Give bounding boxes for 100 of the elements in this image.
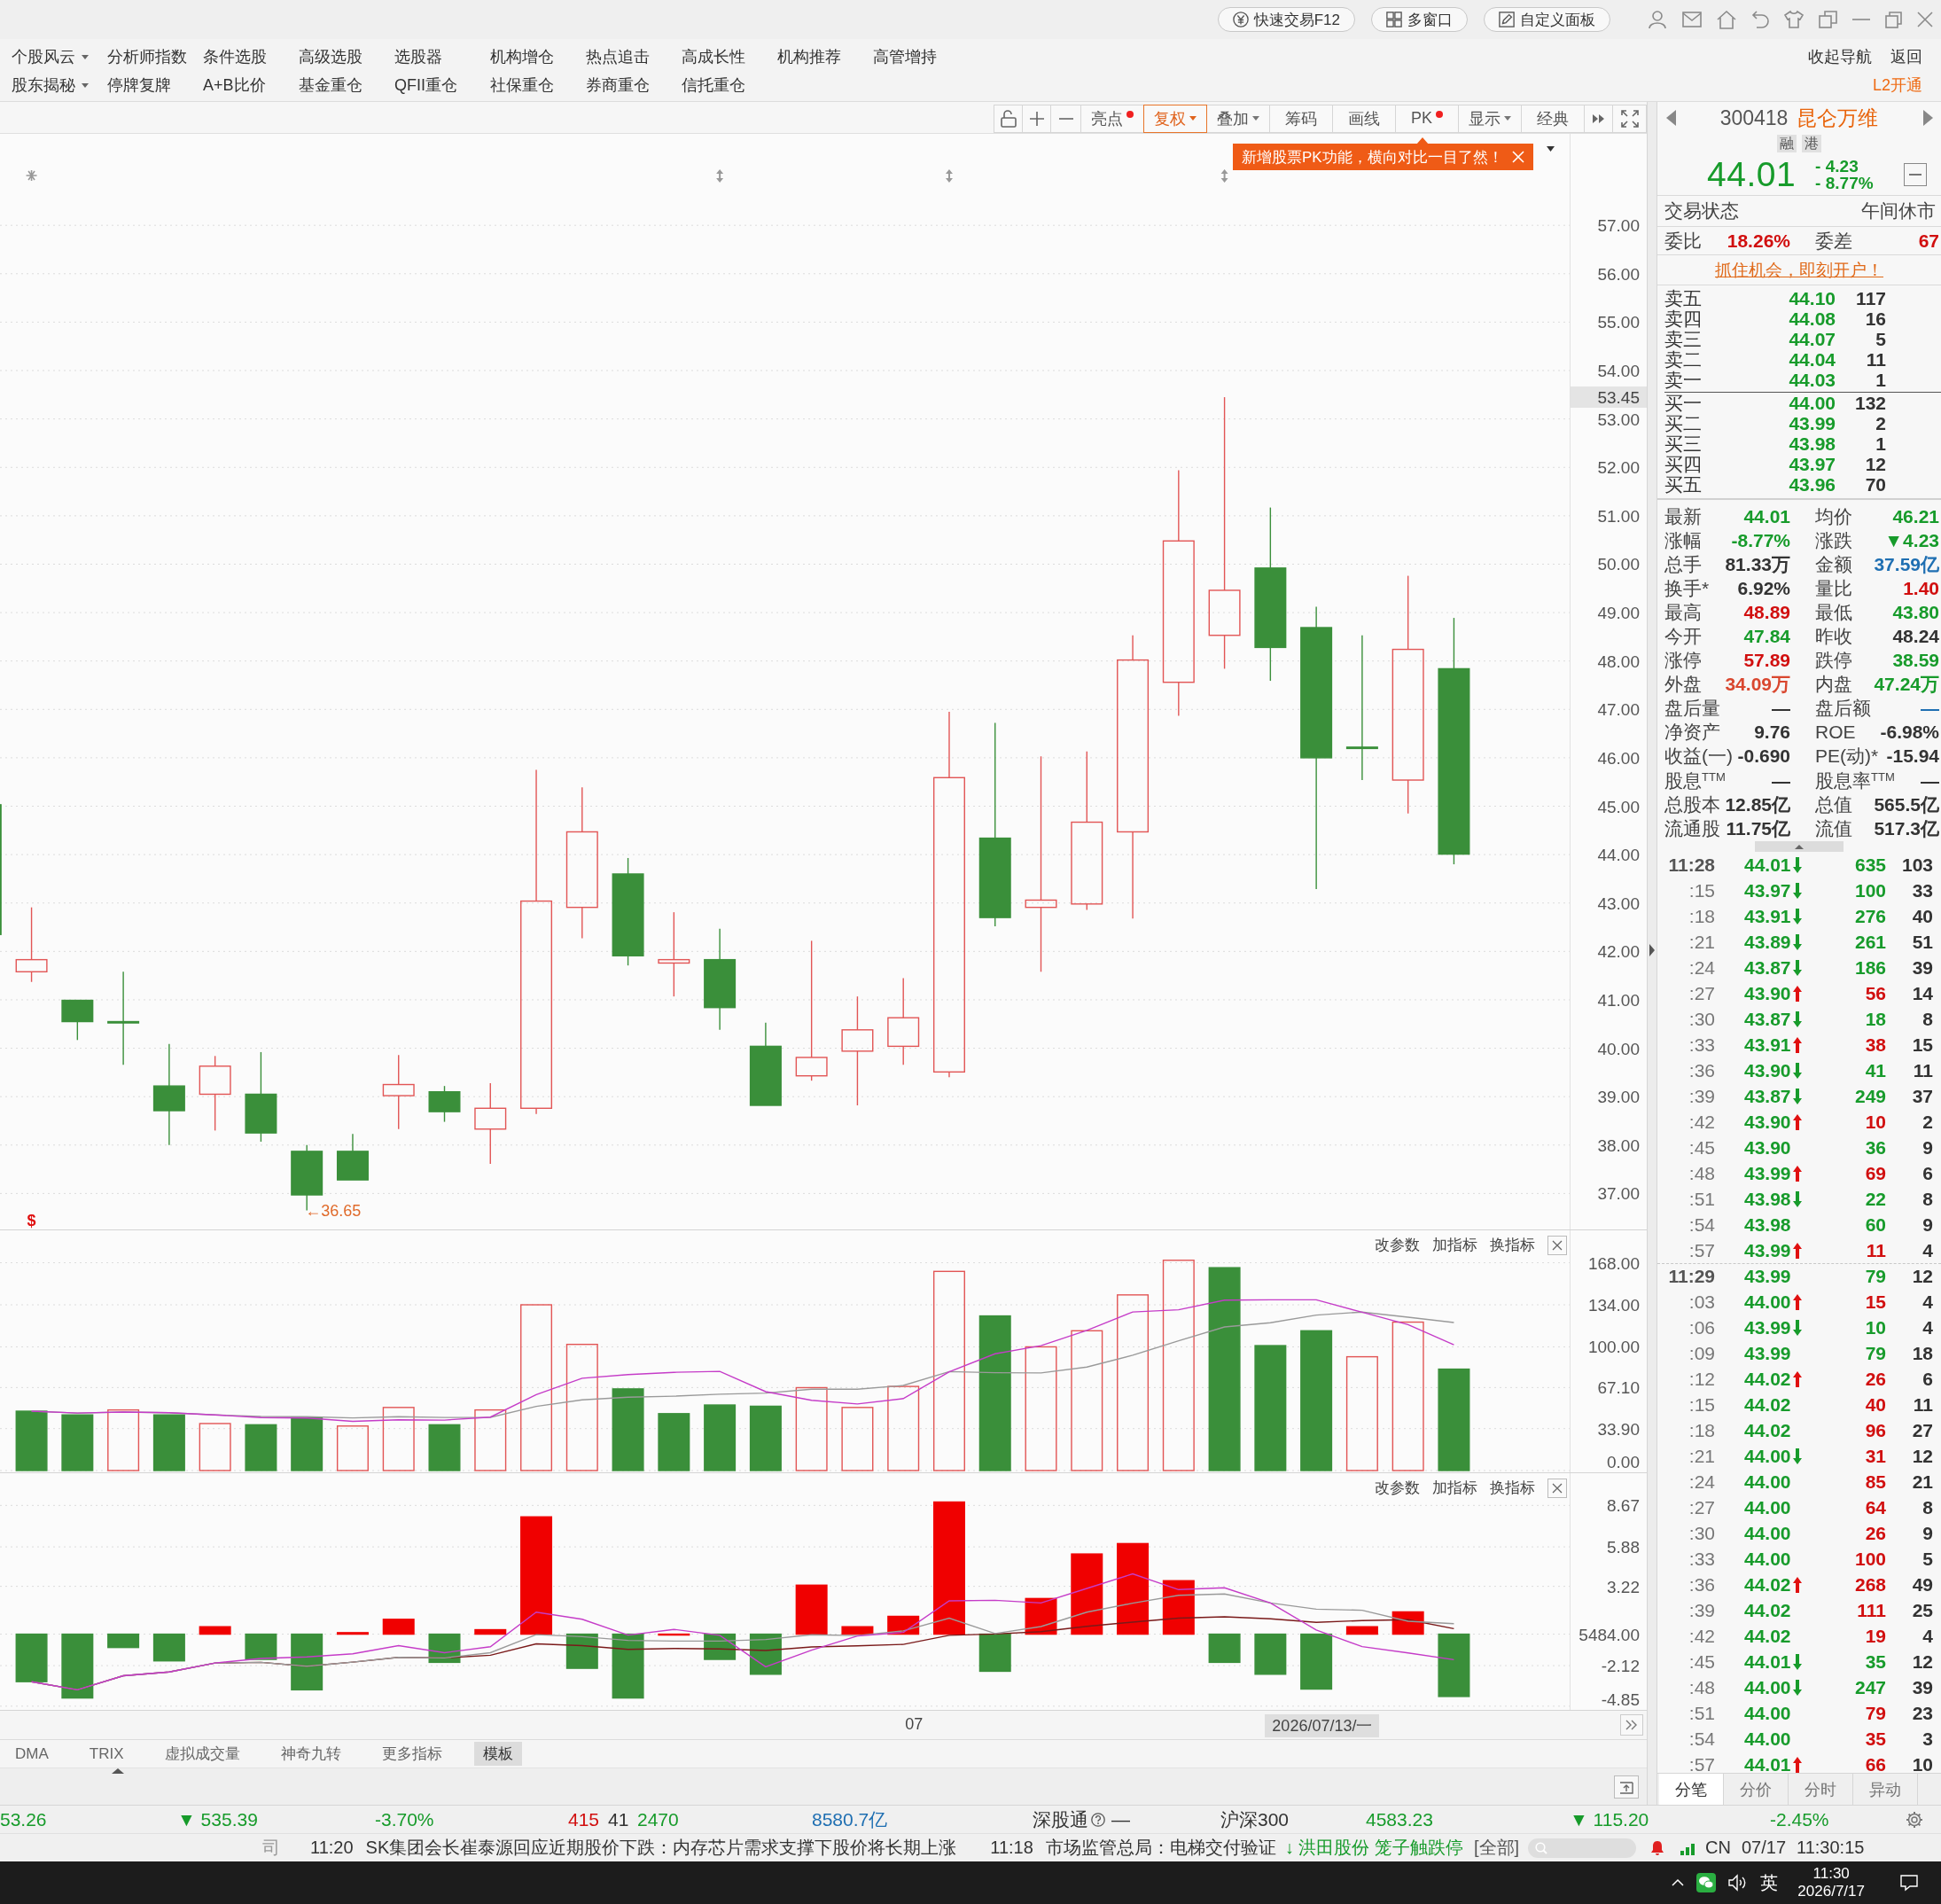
home-icon[interactable] bbox=[1717, 10, 1736, 29]
menu-item[interactable]: 停牌复牌 bbox=[107, 74, 171, 96]
toolbar-pill-button[interactable]: 多窗口 bbox=[1371, 7, 1468, 32]
chat-bubbles-icon[interactable] bbox=[1696, 1873, 1717, 1892]
tick-time: :18 bbox=[1688, 906, 1715, 928]
zoom-out-button[interactable] bbox=[1050, 104, 1081, 133]
chart-tool-button[interactable]: 亮点 bbox=[1080, 104, 1144, 133]
indicator-action-link[interactable]: 改参数 bbox=[1375, 1478, 1420, 1498]
menu-item[interactable]: 分析师指数 bbox=[107, 46, 187, 67]
menu-item[interactable]: 信托重仓 bbox=[682, 74, 745, 96]
indicator-tab[interactable]: TRIX bbox=[80, 1743, 133, 1765]
clock-time[interactable]: 11:30 bbox=[1812, 1865, 1850, 1883]
window-icon[interactable] bbox=[1819, 11, 1837, 28]
menu-item[interactable]: 选股器 bbox=[394, 46, 442, 67]
close-icon[interactable] bbox=[1917, 12, 1933, 27]
toolbar-pill-button[interactable]: 自定义面板 bbox=[1484, 7, 1610, 32]
tick-time: :36 bbox=[1688, 1574, 1715, 1596]
menu-item[interactable]: 高成长性 bbox=[682, 46, 745, 67]
bell-icon[interactable] bbox=[1650, 1839, 1665, 1856]
indicator-tab[interactable]: DMA bbox=[6, 1743, 58, 1765]
price-axis-label: 42.00 bbox=[1597, 942, 1640, 962]
news-headline[interactable]: 市场监管总局：电梯交付验证 bbox=[1045, 1836, 1276, 1860]
menu-item[interactable]: A+B比价 bbox=[203, 74, 266, 96]
chart-tool-button[interactable]: 画线 bbox=[1332, 104, 1396, 133]
stat-value: 6.92% bbox=[1736, 578, 1790, 598]
chart-tool-button[interactable]: 显示 bbox=[1458, 104, 1522, 133]
undo-icon[interactable] bbox=[1751, 11, 1769, 28]
scroll-right-button[interactable] bbox=[1620, 1714, 1643, 1736]
tick-count: 9 bbox=[1922, 1137, 1933, 1159]
price-axis-label: 44.00 bbox=[1597, 846, 1640, 865]
tick-price: 44.02 bbox=[1744, 1420, 1791, 1442]
menu-item[interactable]: 社保重仓 bbox=[490, 74, 554, 96]
settings-icon[interactable] bbox=[1906, 1810, 1923, 1829]
asterisk-marker-icon[interactable] bbox=[25, 169, 38, 182]
lock-button[interactable] bbox=[994, 104, 1023, 133]
status-date: 07/17 bbox=[1742, 1838, 1787, 1858]
stat-label: 涨跌 bbox=[1815, 530, 1853, 550]
shirt-icon[interactable] bbox=[1784, 11, 1804, 28]
menu-item[interactable]: QFII重仓 bbox=[394, 74, 457, 96]
news-headline[interactable]: SK集团会长崔泰源回应近期股价下跌：内存芯片需求支撑下股价将长期上涨 bbox=[365, 1836, 957, 1860]
indicator-tab[interactable]: 模板 bbox=[473, 1742, 522, 1766]
tick-price: 44.00 bbox=[1744, 1549, 1791, 1571]
updown-marker-icon[interactable] bbox=[1220, 169, 1228, 183]
updown-marker-icon[interactable] bbox=[945, 169, 953, 183]
help-icon[interactable] bbox=[1091, 1812, 1105, 1827]
panel-divider-handle[interactable] bbox=[1647, 102, 1656, 1805]
notification-icon[interactable] bbox=[1900, 1875, 1918, 1891]
menu-link[interactable]: 返回 bbox=[1890, 46, 1922, 67]
menu-item[interactable]: 高级选股 bbox=[299, 46, 362, 67]
search-field[interactable] bbox=[1528, 1838, 1637, 1858]
previous-triangle-icon[interactable] bbox=[1665, 110, 1676, 126]
stat-value: 12.85亿 bbox=[1724, 794, 1790, 815]
menu-item[interactable]: 条件选股 bbox=[203, 46, 267, 67]
updown-marker-icon[interactable] bbox=[716, 169, 724, 183]
indicator-tab[interactable]: 虚拟成交量 bbox=[155, 1742, 249, 1766]
indicator-tab[interactable]: 更多指标 bbox=[372, 1742, 451, 1766]
indicator-action-link[interactable]: 改参数 bbox=[1375, 1235, 1420, 1255]
menu-item[interactable]: 热点追击 bbox=[586, 46, 650, 67]
chart-tool-button[interactable]: PK bbox=[1395, 104, 1459, 133]
close-indicator-button[interactable] bbox=[1547, 1235, 1567, 1255]
tick-volume: 66 bbox=[1864, 1754, 1886, 1773]
menu-item[interactable]: 个股风云 bbox=[12, 46, 89, 67]
restore-icon[interactable] bbox=[1885, 11, 1902, 28]
indicator-action-link[interactable]: 加指标 bbox=[1432, 1478, 1477, 1498]
menu-item[interactable]: 机构增仓 bbox=[490, 46, 554, 67]
chart-tool-button[interactable]: 经典 bbox=[1521, 104, 1585, 133]
user-icon[interactable] bbox=[1648, 10, 1667, 29]
menu-item[interactable]: 券商重仓 bbox=[586, 74, 650, 96]
mail-icon[interactable] bbox=[1682, 12, 1702, 27]
indicator-action-link[interactable]: 加指标 bbox=[1432, 1235, 1477, 1255]
indicator-action-link[interactable]: 换指标 bbox=[1490, 1478, 1535, 1498]
filter-link[interactable]: [全部] bbox=[1473, 1836, 1520, 1860]
tick-count: 8 bbox=[1922, 1497, 1933, 1519]
collapse-tab[interactable] bbox=[1755, 841, 1844, 853]
clock-date[interactable]: 2026/7/17 bbox=[1797, 1883, 1865, 1900]
input-method-indicator[interactable]: 英 bbox=[1760, 1870, 1779, 1895]
fullscreen-button[interactable] bbox=[1612, 104, 1647, 133]
menu-item[interactable]: 高管增持 bbox=[873, 46, 937, 67]
market-index-text: 深股通 bbox=[1033, 1807, 1088, 1831]
restore-panel-button[interactable] bbox=[1614, 1775, 1639, 1799]
menu-item[interactable]: 基金重仓 bbox=[299, 74, 362, 96]
next-triangle-icon[interactable] bbox=[1922, 110, 1933, 126]
menu-item[interactable]: 机构推荐 bbox=[777, 46, 841, 67]
toolbar-pill-button[interactable]: 快速交易F12 bbox=[1217, 7, 1355, 32]
chart-tool-button[interactable]: 筹码 bbox=[1269, 104, 1333, 133]
indicator-tab[interactable]: 神奇九转 bbox=[271, 1742, 350, 1766]
caret-down-icon[interactable] bbox=[1547, 146, 1555, 152]
dollar-marker[interactable]: $ bbox=[27, 1212, 36, 1229]
quote-tab[interactable]: 分笔 bbox=[1659, 1774, 1724, 1805]
menu-item[interactable]: 股东揭秘 bbox=[12, 74, 89, 96]
tick-volume: 26 bbox=[1864, 1523, 1886, 1545]
minus-icon bbox=[1909, 173, 1922, 176]
close-indicator-button[interactable] bbox=[1547, 1478, 1567, 1498]
menu-link[interactable]: 收起导航 bbox=[1808, 46, 1872, 67]
indicator-action-link[interactable]: 换指标 bbox=[1490, 1235, 1535, 1255]
low-price-label: ←36.65 bbox=[305, 1201, 362, 1220]
chart-tool-button[interactable]: 叠加 bbox=[1206, 104, 1270, 133]
collapse-button[interactable] bbox=[1904, 162, 1927, 186]
chevron-up-icon[interactable] bbox=[1672, 1879, 1685, 1886]
zoom-in-button[interactable] bbox=[1022, 104, 1051, 133]
